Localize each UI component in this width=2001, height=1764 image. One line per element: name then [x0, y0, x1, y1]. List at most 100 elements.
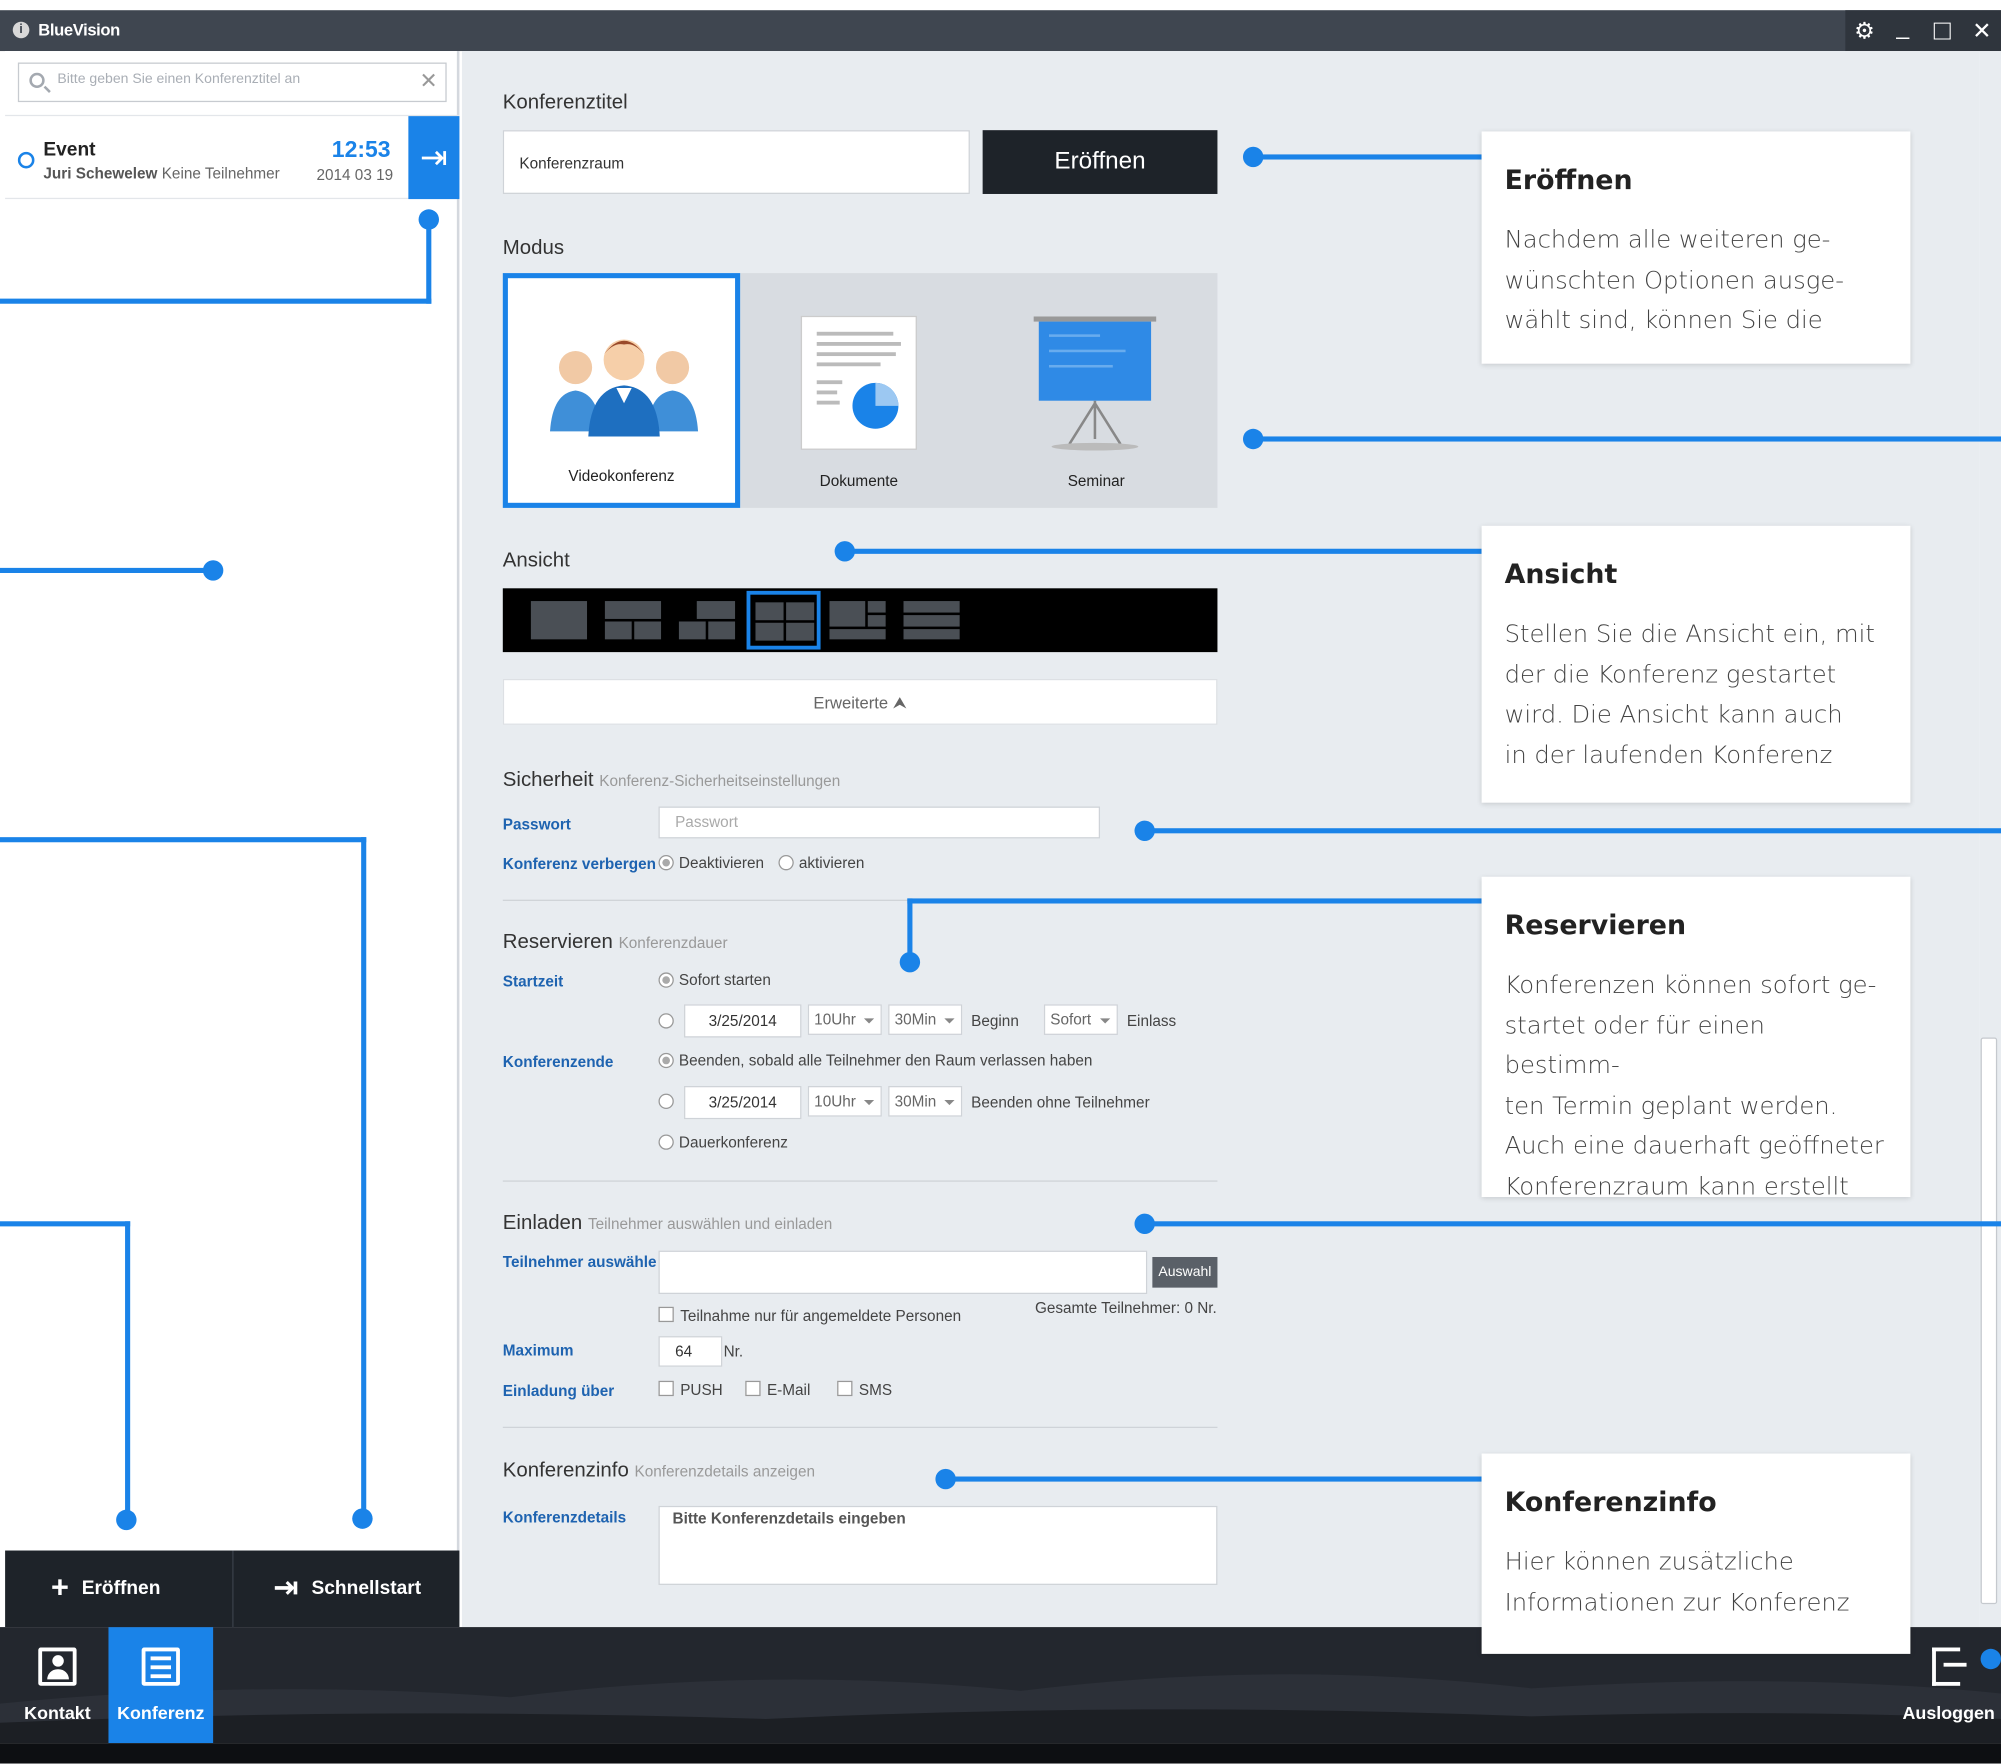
connector-line	[1144, 1221, 2001, 1227]
list-icon	[141, 1647, 180, 1686]
connector-line	[1253, 154, 1482, 160]
maximize-icon[interactable]: □	[1923, 10, 1961, 51]
start-hour-select[interactable]: 10Uhr	[807, 1004, 882, 1035]
open-label: Eröffnen	[81, 1577, 161, 1600]
plus-icon: +	[51, 1570, 69, 1606]
via-email-label: E-Mail	[766, 1380, 811, 1399]
select-participants-button[interactable]: Auswahl	[1152, 1257, 1218, 1288]
app-logo-icon: i	[12, 21, 30, 39]
scrollbar-thumb[interactable]	[1980, 1037, 1998, 1605]
connector-dot	[418, 209, 439, 230]
view-option-2[interactable]	[604, 601, 662, 640]
via-push-label: PUSH	[680, 1380, 723, 1399]
callout-open: Eröffnen Nachdem alle weiteren ge-wünsch…	[1481, 131, 1911, 364]
connector-dot	[935, 1468, 956, 1490]
start-scheduled-radio[interactable]	[658, 1013, 674, 1029]
title-input[interactable]: Konferenzraum	[502, 130, 970, 194]
only-registered-checkbox[interactable]	[658, 1306, 674, 1323]
search-icon	[29, 72, 45, 89]
connector-dot	[202, 560, 224, 581]
minimize-icon[interactable]: _	[1884, 10, 1922, 51]
nav-contact[interactable]: Kontakt	[8, 1627, 108, 1743]
mode-seminar[interactable]: Seminar	[978, 273, 1215, 508]
via-email-checkbox[interactable]	[745, 1380, 761, 1397]
invite-section: Einladen Teilnehmer auswählen und einlad…	[503, 1212, 833, 1235]
quickstart-label: Schnellstart	[311, 1577, 422, 1600]
title-label: Konferenztitel	[502, 91, 628, 114]
event-owner: Juri Schewelew	[43, 164, 158, 183]
end-all-left-radio[interactable]	[658, 1052, 674, 1069]
hide-off-radio[interactable]	[658, 855, 674, 871]
password-field[interactable]: Passwort	[658, 806, 1101, 839]
invite-subtitle: Teilnehmer auswählen und einladen	[587, 1214, 833, 1233]
event-participants: Keine Teilnehmer	[161, 164, 280, 183]
via-sms-checkbox[interactable]	[837, 1380, 853, 1397]
event-name: Event	[43, 139, 96, 161]
participants-field[interactable]	[658, 1250, 1148, 1295]
nav-conference[interactable]: Konferenz	[108, 1627, 214, 1744]
mode-videoconference[interactable]: Videokonferenz	[502, 273, 741, 508]
window-controls: ⚙ _ □ ✕	[1845, 10, 2001, 52]
invite-title: Einladen	[502, 1212, 583, 1235]
start-now-radio[interactable]	[658, 972, 674, 988]
close-icon[interactable]: ✕	[1963, 10, 2001, 51]
maximum-field[interactable]: 64	[658, 1336, 723, 1367]
left-action-bar: + Eröffnen ⇥ Schnellstart	[5, 1550, 460, 1628]
clear-icon[interactable]: ✕	[420, 69, 438, 95]
logout-icon	[1932, 1647, 1967, 1686]
search-input[interactable]	[57, 71, 415, 87]
end-date-field[interactable]: 3/25/2014	[684, 1086, 802, 1120]
end-minute-select[interactable]: 30Min	[888, 1086, 963, 1117]
hide-on-radio[interactable]	[778, 855, 794, 871]
mode-documents[interactable]: Dokumente	[740, 273, 977, 508]
info-title: Konferenzinfo	[502, 1459, 629, 1482]
connector-line	[844, 548, 1482, 554]
view-option-4[interactable]	[746, 590, 821, 650]
end-no-participants-label: Beenden ohne Teilnehmer	[971, 1093, 1150, 1112]
conference-end-label: Konferenzende	[502, 1052, 614, 1071]
divider	[502, 1180, 1218, 1182]
scrollbar[interactable]	[1979, 51, 2001, 1628]
via-sms-label: SMS	[858, 1380, 893, 1399]
hide-on-label: aktivieren	[798, 853, 865, 872]
app-title: BlueVision	[38, 20, 120, 40]
connector-dot	[1134, 1213, 1155, 1235]
details-label: Konferenzdetails	[502, 1508, 627, 1527]
end-scheduled-radio[interactable]	[658, 1093, 674, 1109]
security-section: Sicherheit Konferenz-Sicherheitseinstell…	[503, 770, 840, 793]
via-push-checkbox[interactable]	[658, 1380, 674, 1397]
connector-line	[0, 1221, 131, 1227]
connector-line	[1253, 436, 2001, 442]
start-minute-select[interactable]: 30Min	[888, 1004, 963, 1035]
enter-conference-button[interactable]: ⇥	[408, 116, 460, 200]
settings-icon[interactable]: ⚙	[1845, 10, 1883, 51]
nav-contact-label: Kontakt	[24, 1702, 91, 1723]
view-option-3[interactable]	[678, 601, 736, 640]
details-field[interactable]: Bitte Konferenzdetails eingeben	[658, 1505, 1218, 1585]
mode-caption: Videokonferenz	[568, 467, 675, 485]
start-date-field[interactable]: 3/25/2014	[684, 1004, 802, 1038]
admit-select[interactable]: Sofort	[1043, 1004, 1118, 1035]
security-title: Sicherheit	[502, 769, 594, 792]
callout-title: Reservieren	[1504, 909, 1687, 941]
permanent-label: Dauerkonferenz	[678, 1133, 788, 1152]
callout-text: Hier können zusätzliche Informationen zur…	[1504, 1547, 1850, 1617]
connector-line	[907, 898, 1482, 904]
end-hour-select[interactable]: 10Uhr	[807, 1086, 882, 1117]
advanced-button[interactable]: Erweiterte ⮝	[502, 678, 1218, 725]
title-bar: i BlueVision ⚙ _ □ ✕	[0, 10, 2001, 52]
connector-line	[125, 1221, 131, 1519]
connector-line	[0, 298, 432, 304]
callout-reserve: Reservieren Konferenzen können sofort ge…	[1481, 876, 1911, 1200]
open-conference-button[interactable]: + Eröffnen	[51, 1551, 160, 1628]
list-item[interactable]: Event Juri Schewelew Keine Teilnehmer 12…	[5, 114, 460, 200]
view-option-5[interactable]	[829, 601, 886, 640]
nav-logout[interactable]: Ausloggen	[1896, 1627, 2001, 1743]
view-option-1[interactable]	[530, 601, 588, 640]
view-option-6[interactable]	[903, 601, 960, 640]
permanent-radio[interactable]	[658, 1134, 674, 1150]
contact-icon	[38, 1647, 77, 1686]
quickstart-button[interactable]: ⇥ Schnellstart	[273, 1551, 421, 1628]
open-button[interactable]: Eröffnen	[982, 130, 1218, 194]
callout-view: Ansicht Stellen Sie die Ansicht ein, mit…	[1481, 525, 1911, 803]
